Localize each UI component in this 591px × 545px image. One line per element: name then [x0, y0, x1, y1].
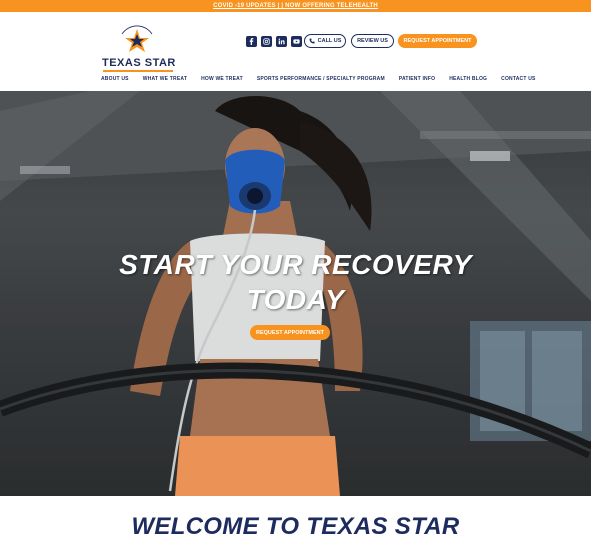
hero-title-line-2: TODAY [246, 284, 345, 315]
logo-wordmark: TEXAS STAR [102, 57, 176, 69]
nav-sports-performance[interactable]: SPORTS PERFORMANCE / SPECIALTY PROGRAM [257, 76, 385, 82]
call-us-label: CALL US [317, 38, 342, 44]
social-links [246, 36, 302, 47]
nav-patient-info[interactable]: PATIENT INFO [399, 76, 435, 82]
request-appointment-label: REQUEST APPOINTMENT [403, 38, 472, 44]
hero-banner: START YOUR RECOVERY TODAY REQUEST APPOIN… [0, 91, 591, 496]
review-us-label: REVIEW US [357, 38, 388, 44]
announcement-bar: COVID -19 UPDATES | | NOW OFFERING TELEH… [0, 0, 591, 12]
facebook-icon[interactable] [246, 36, 257, 47]
youtube-icon[interactable] [291, 36, 302, 47]
announcement-link[interactable]: COVID -19 UPDATES | | NOW OFFERING TELEH… [213, 3, 378, 9]
hero-request-appointment-label: REQUEST APPOINTMENT [256, 329, 324, 336]
logo-tagline-bar [103, 70, 173, 72]
main-nav: ABOUT US WHAT WE TREAT HOW WE TREAT SPOR… [101, 76, 536, 82]
nav-how-we-treat[interactable]: HOW WE TREAT [201, 76, 243, 82]
review-us-button[interactable]: REVIEW US [351, 34, 394, 48]
welcome-section: WELCOME TO TEXAS STAR [0, 496, 591, 545]
call-us-button[interactable]: CALL US [304, 34, 346, 48]
nav-about-us[interactable]: ABOUT US [101, 76, 129, 82]
request-appointment-button[interactable]: REQUEST APPOINTMENT [398, 34, 477, 48]
welcome-heading: WELCOME TO TEXAS STAR [131, 513, 460, 540]
nav-what-we-treat[interactable]: WHAT WE TREAT [143, 76, 187, 82]
phone-icon [309, 38, 315, 44]
hero-request-appointment-button[interactable]: REQUEST APPOINTMENT [250, 325, 330, 340]
site-header: TEXAS STAR CALL US REVIEW US REQUEST APP… [0, 12, 591, 91]
site-logo[interactable]: TEXAS STAR [100, 20, 176, 72]
instagram-icon[interactable] [261, 36, 272, 47]
nav-health-blog[interactable]: HEALTH BLOG [449, 76, 487, 82]
star-logo-icon [121, 25, 153, 52]
linkedin-icon[interactable] [276, 36, 287, 47]
nav-contact-us[interactable]: CONTACT US [501, 76, 535, 82]
hero-title-line-1: START YOUR RECOVERY [119, 249, 472, 280]
